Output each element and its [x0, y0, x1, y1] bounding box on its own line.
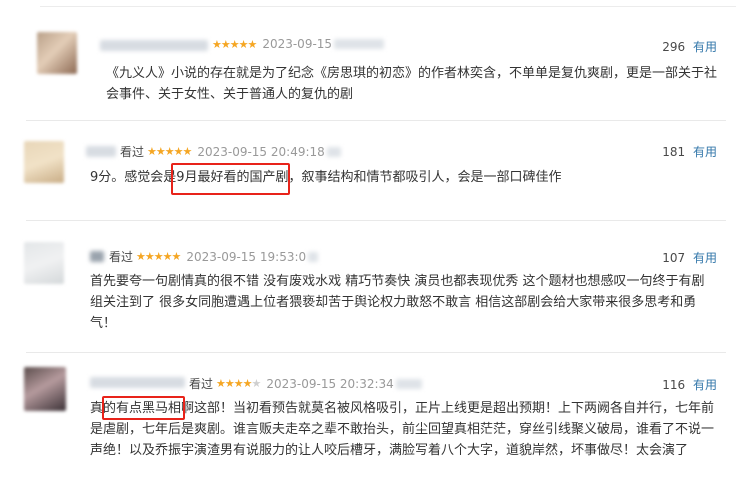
- review-meta: ★★★★★ 2023-09-15: [212, 37, 385, 51]
- useful-button[interactable]: 有用: [693, 251, 717, 265]
- blurred-extra: [395, 378, 422, 389]
- user-name[interactable]: [86, 146, 116, 157]
- user-name[interactable]: [90, 251, 104, 262]
- review-date: 2023-09-15 19:53:0: [186, 249, 307, 264]
- user-avatar[interactable]: [37, 32, 77, 74]
- review-date: 2023-09-15: [262, 37, 333, 51]
- watch-status: 看过: [109, 250, 134, 264]
- user-name[interactable]: [100, 40, 208, 51]
- blurred-extra: [326, 146, 341, 157]
- highlight-box: [102, 396, 185, 420]
- user-avatar[interactable]: [24, 141, 64, 183]
- useful-button[interactable]: 有用: [693, 145, 717, 159]
- rating-stars: ★★★★★: [212, 37, 257, 51]
- rating-stars: ★★★★★: [136, 250, 181, 263]
- review-meta: 看过 ★★★★★ 2023-09-15 20:32:34: [189, 375, 422, 392]
- user-name[interactable]: [90, 377, 185, 388]
- blurred-extra: [334, 39, 385, 49]
- rating-stars: ★★★★★: [147, 145, 192, 158]
- vote-area: 116 有用: [662, 376, 717, 393]
- vote-area: 107 有用: [662, 249, 717, 266]
- review-date: 2023-09-15 20:32:34: [266, 376, 394, 391]
- blurred-extra: [308, 251, 319, 262]
- review-meta: 看过 ★★★★★ 2023-09-15 19:53:0: [109, 248, 319, 265]
- watch-status: 看过: [120, 145, 145, 159]
- review-meta: 看过 ★★★★★ 2023-09-15 20:49:18: [120, 143, 341, 160]
- review-text: 《九义人》小说的存在就是为了纪念《房思琪的初恋》的作者林奕含，不单单是复仇爽剧，…: [106, 66, 718, 102]
- user-avatar[interactable]: [24, 367, 66, 411]
- review-text: 首先要夸一句剧情真的很不错 没有废戏水戏 精巧节奏快 演员也都表现优秀 这个题材…: [90, 274, 705, 331]
- top-divider: [40, 6, 736, 7]
- highlight-box: [171, 163, 290, 195]
- vote-count: 107: [662, 251, 686, 265]
- divider: [26, 352, 726, 353]
- divider: [26, 220, 726, 221]
- vote-area: 296 有用: [662, 38, 717, 55]
- useful-button[interactable]: 有用: [693, 40, 717, 54]
- watch-status: 看过: [189, 377, 214, 391]
- vote-area: 181 有用: [662, 143, 717, 160]
- useful-button[interactable]: 有用: [693, 378, 717, 392]
- vote-count: 116: [662, 378, 686, 392]
- divider: [26, 120, 726, 121]
- vote-count: 181: [662, 145, 686, 159]
- user-avatar[interactable]: [24, 242, 64, 284]
- vote-count: 296: [662, 40, 686, 54]
- rating-stars: ★★★★★: [216, 377, 261, 390]
- review-date: 2023-09-15 20:49:18: [197, 144, 325, 159]
